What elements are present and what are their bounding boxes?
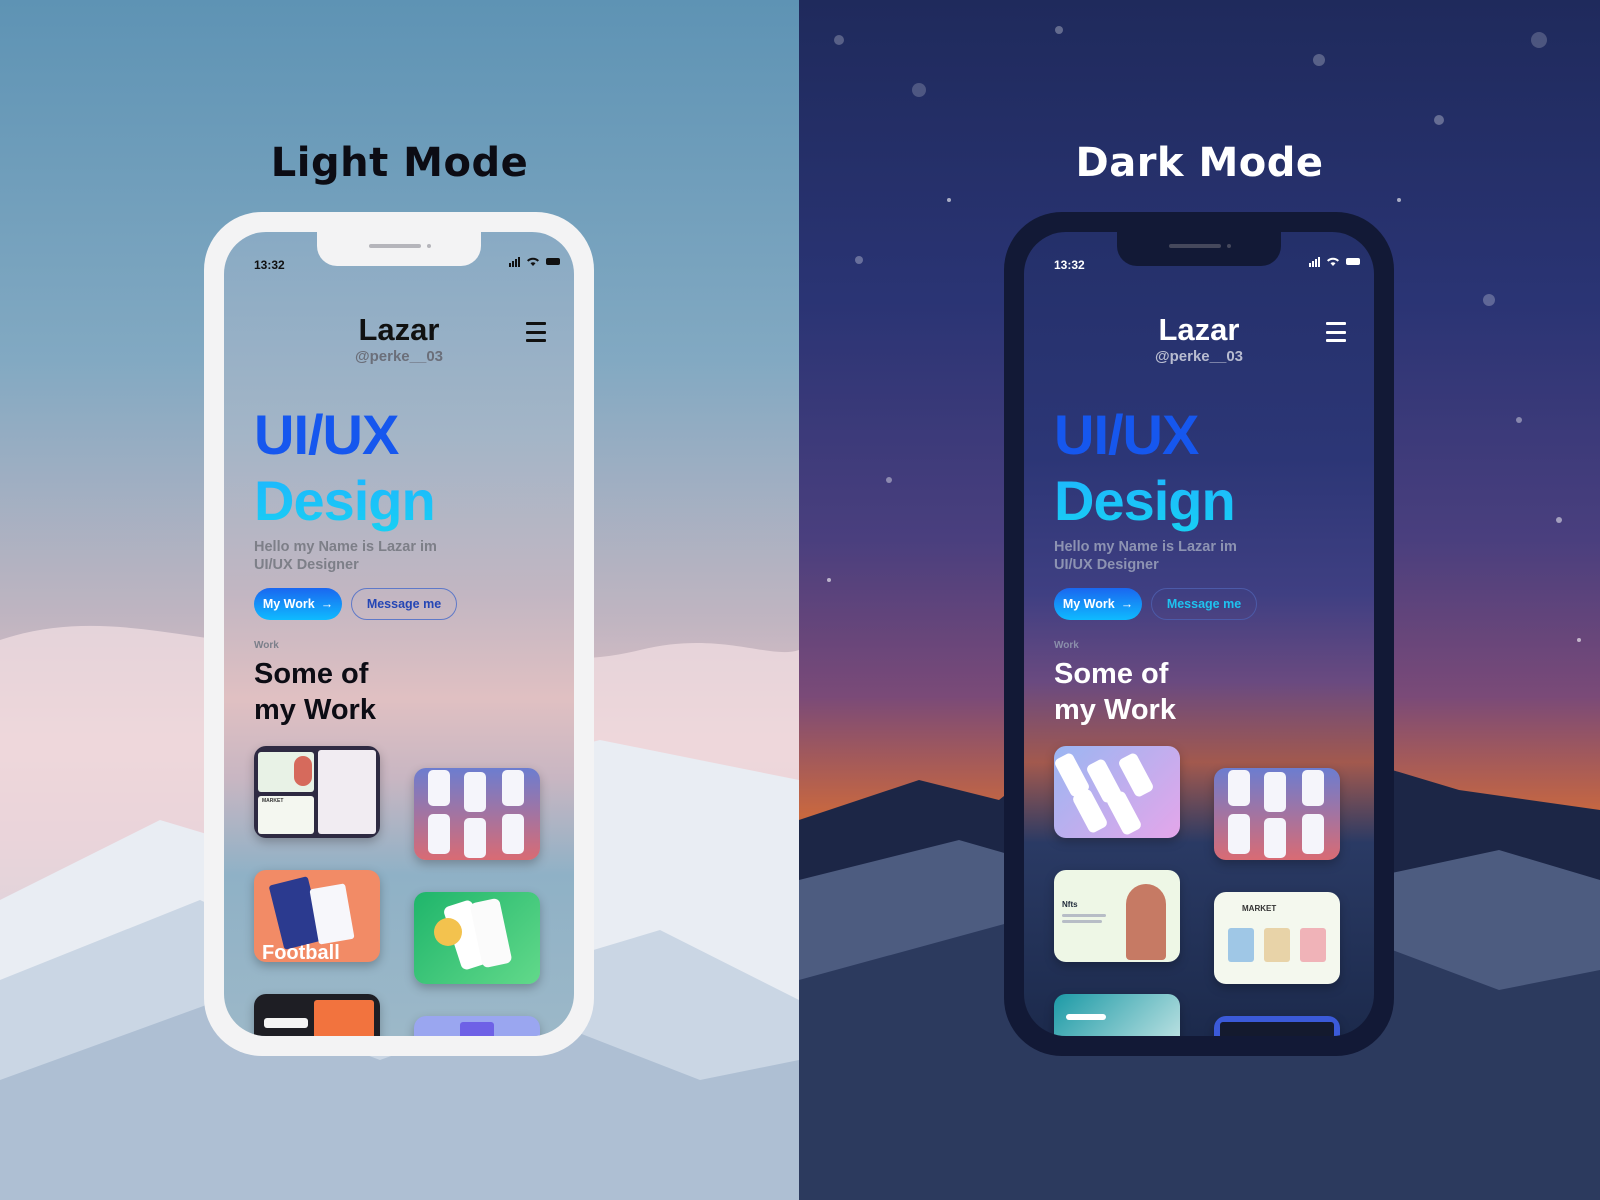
work-tile[interactable]: MARKET: [254, 746, 380, 838]
tile-nfts-text: Nfts: [1062, 900, 1078, 909]
work-tile[interactable]: [414, 768, 540, 860]
phone-notch: [1117, 232, 1281, 266]
section-title: Some of my Work: [254, 656, 376, 728]
profile-handle: @perke__03: [354, 348, 444, 365]
my-work-button[interactable]: My Work →: [1054, 588, 1142, 620]
wifi-icon: [1326, 256, 1340, 267]
signal-icon: [1309, 256, 1320, 267]
tile-market-text: MARKET: [1242, 904, 1277, 913]
section-title-line2: my Work: [1054, 694, 1176, 726]
profile-name: Lazar: [358, 312, 440, 347]
status-icons: [1309, 256, 1360, 267]
phone-screen: 13:32 Lazar @perke__03 UI/UX Design Hell…: [1024, 232, 1374, 1036]
my-work-button[interactable]: My Work →: [254, 588, 342, 620]
arrow-right-icon: →: [1120, 597, 1134, 611]
hero-heading-line2: Design: [1054, 469, 1236, 532]
section-title-line1: Some of: [254, 658, 369, 690]
hero-heading-line1: UI/UX: [1054, 403, 1199, 466]
arrow-right-icon: →: [320, 597, 334, 611]
panel-title: Light Mode: [270, 140, 529, 186]
status-icons: [509, 256, 560, 267]
wifi-icon: [526, 256, 540, 267]
menu-icon[interactable]: [1326, 322, 1346, 342]
battery-icon: [546, 258, 560, 265]
signal-icon: [509, 256, 520, 267]
hero-intro-text: Hello my Name is Lazar im UI/UX Designer: [1054, 539, 1237, 573]
phone-frame: 13:32 Lazar @perke__03 UI/UX Design Hell…: [204, 212, 594, 1056]
section-eyebrow: Work: [1054, 640, 1079, 651]
dark-mode-panel: Dark Mode 13:32 Lazar @perke__03 UI/UX D…: [799, 0, 1600, 1200]
profile-name: Lazar: [1158, 312, 1240, 347]
status-time: 13:32: [1054, 258, 1085, 272]
phone-frame: 13:32 Lazar @perke__03 UI/UX Design Hell…: [1004, 212, 1394, 1056]
work-tile[interactable]: [414, 1016, 540, 1036]
phone-screen: 13:32 Lazar @perke__03 UI/UX Design Hell…: [224, 232, 574, 1036]
menu-icon[interactable]: [526, 322, 546, 342]
hero-heading-line2: Design: [254, 469, 436, 532]
work-tile[interactable]: MARKET: [1214, 892, 1340, 984]
panel-title: Dark Mode: [1075, 140, 1324, 186]
tile-market-text: MARKET: [262, 798, 284, 804]
tile-football-text: Football: [262, 942, 340, 962]
message-me-label: Message me: [1166, 597, 1242, 611]
status-time: 13:32: [254, 258, 285, 272]
work-tile[interactable]: [1214, 768, 1340, 860]
work-tile[interactable]: [1214, 1016, 1340, 1036]
profile-handle: @perke__03: [1154, 348, 1244, 365]
work-tile[interactable]: [1054, 746, 1180, 838]
my-work-label: My Work: [262, 597, 315, 611]
section-title-line1: Some of: [1054, 658, 1169, 690]
hero-intro-text: Hello my Name is Lazar im UI/UX Designer: [254, 539, 437, 573]
section-title: Some of my Work: [1054, 656, 1176, 728]
message-me-button[interactable]: Message me: [1151, 588, 1257, 620]
work-tile[interactable]: Football: [254, 870, 380, 962]
work-tile[interactable]: [414, 892, 540, 984]
phone-notch: [317, 232, 481, 266]
message-me-button[interactable]: Message me: [351, 588, 457, 620]
work-tile[interactable]: [254, 994, 380, 1036]
section-title-line2: my Work: [254, 694, 376, 726]
work-tile[interactable]: Nfts: [1054, 870, 1180, 962]
message-me-label: Message me: [366, 597, 442, 611]
light-mode-panel: Light Mode 13:32 Lazar @perke__03 UI/UX …: [0, 0, 799, 1200]
section-eyebrow: Work: [254, 640, 279, 651]
my-work-label: My Work: [1062, 597, 1115, 611]
work-tile[interactable]: [1054, 994, 1180, 1036]
battery-icon: [1346, 258, 1360, 265]
hero-heading-line1: UI/UX: [254, 403, 399, 466]
